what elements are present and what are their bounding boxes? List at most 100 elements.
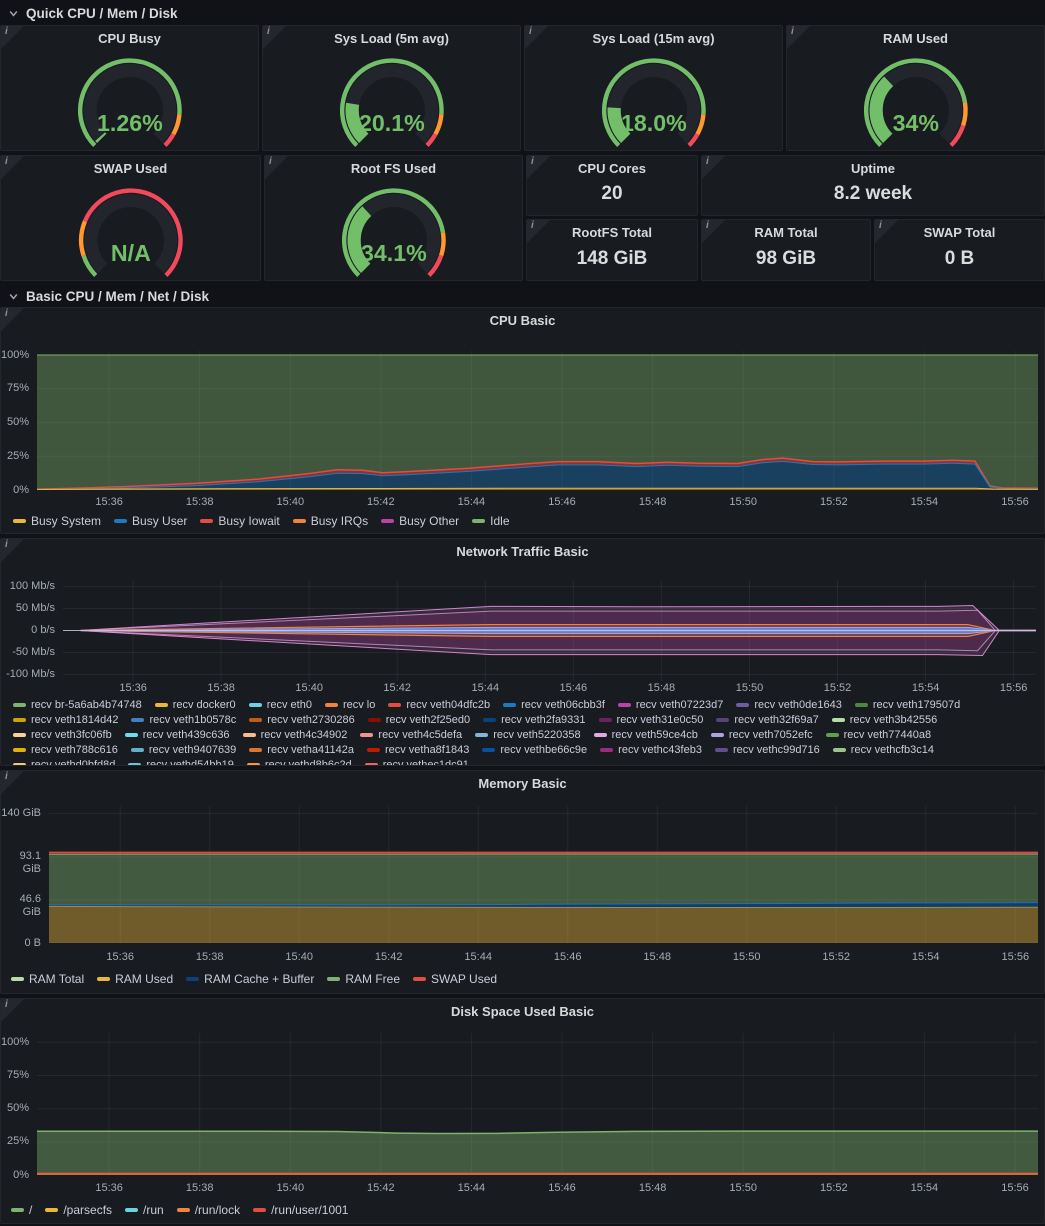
legend-item[interactable]: recv veth07223d7 <box>618 699 723 711</box>
legend-item[interactable]: recv veth4c34902 <box>243 729 348 741</box>
legend-item[interactable]: recv eth0 <box>249 699 312 711</box>
memory-basic-plot[interactable]: 140 GiB93.1 GiB46.6 GiB0 B15:3615:3815:4… <box>1 771 1044 993</box>
legend-item[interactable]: recv veth0de1643 <box>736 699 841 711</box>
legend-swatch <box>826 733 839 737</box>
sys-load-5m-gauge: 20.1% <box>263 44 520 150</box>
legend-item[interactable]: recv veth1814d42 <box>13 714 118 726</box>
legend-item[interactable]: Busy IRQs <box>293 514 368 528</box>
legend-item[interactable]: recv veth5220358 <box>475 729 580 741</box>
panel-title[interactable]: SWAP Used <box>1 156 260 176</box>
legend-swatch <box>855 703 868 707</box>
legend-item[interactable]: recv veth04dfc2b <box>388 699 490 711</box>
x-axis-tick-label: 15:44 <box>456 951 500 964</box>
legend-item[interactable]: recv veth9407639 <box>131 744 236 756</box>
legend-item[interactable]: recv veth31e0c50 <box>599 714 704 726</box>
panel-title[interactable]: CPU Cores <box>527 156 697 176</box>
panel-title[interactable]: Sys Load (5m avg) <box>263 26 520 46</box>
panel-info-icon[interactable]: i <box>264 155 289 180</box>
legend-item[interactable]: Busy Other <box>381 514 459 528</box>
legend-item[interactable]: recv lo <box>325 699 375 711</box>
panel-title[interactable]: Uptime <box>702 156 1044 176</box>
legend-item[interactable]: / <box>11 1203 32 1217</box>
legend-item[interactable]: RAM Cache + Buffer <box>186 972 314 986</box>
cpu-basic-plot[interactable]: 100%75%50%25%0%15:3615:3815:4015:4215:44… <box>1 308 1044 533</box>
legend-item[interactable]: Busy Iowait <box>200 514 279 528</box>
legend-item[interactable]: recv vethd8b6c2d <box>247 759 352 766</box>
panel-title[interactable]: Sys Load (15m avg) <box>525 26 782 46</box>
panel-title[interactable]: RAM Total <box>702 220 870 240</box>
panel-info-icon[interactable]: i <box>0 538 25 563</box>
panel-info-icon[interactable]: i <box>0 155 25 180</box>
y-axis-tick-label: 25% <box>1 450 29 463</box>
panel-info-icon[interactable]: i <box>524 25 549 50</box>
legend-item[interactable]: recv vethd0bfd8d <box>13 759 115 766</box>
panel-info-icon[interactable]: i <box>701 219 726 244</box>
legend-item[interactable]: recv veth2fa9331 <box>483 714 585 726</box>
legend-item[interactable]: recv vetha8f1843 <box>367 744 469 756</box>
legend-item[interactable]: recv veth3fc06fb <box>13 729 112 741</box>
legend-item[interactable]: recv veth439c636 <box>125 729 230 741</box>
panel-info-icon[interactable]: i <box>0 998 25 1023</box>
legend-item[interactable]: recv veth2730286 <box>249 714 354 726</box>
legend-item[interactable]: recv veth1b0578c <box>131 714 236 726</box>
x-axis-tick-label: 15:50 <box>721 496 765 509</box>
legend-item[interactable]: /parsecfs <box>45 1203 112 1217</box>
legend-item[interactable]: recv br-5a6ab4b74748 <box>13 699 142 711</box>
legend-item[interactable]: RAM Total <box>11 972 84 986</box>
panel-info-icon[interactable]: i <box>0 307 25 332</box>
legend-item[interactable]: Busy User <box>114 514 187 528</box>
panel-info-icon[interactable]: i <box>786 25 811 50</box>
panel-info-icon[interactable]: i <box>262 25 287 50</box>
svg-text:N/A: N/A <box>111 240 151 266</box>
legend-swatch <box>600 748 613 752</box>
panel-title[interactable]: Root FS Used <box>265 156 522 176</box>
panel-title[interactable]: SWAP Total <box>875 220 1044 240</box>
legend-item[interactable]: recv vethc43feb3 <box>600 744 702 756</box>
legend-item[interactable]: recv veth3b42556 <box>832 714 937 726</box>
legend-item[interactable]: recv vethbe66c9e <box>482 744 587 756</box>
legend-item[interactable]: recv vethd54bb19 <box>128 759 233 766</box>
legend-item[interactable]: recv vethcfb3c14 <box>833 744 934 756</box>
x-axis-tick-label: 15:46 <box>546 951 590 964</box>
legend-item[interactable]: recv veth7052efc <box>711 729 813 741</box>
legend-item[interactable]: recv vethc99d716 <box>715 744 820 756</box>
panel-title[interactable]: Memory Basic <box>1 771 1044 791</box>
legend-item[interactable]: Idle <box>472 514 509 528</box>
legend-item[interactable]: RAM Used <box>97 972 173 986</box>
legend-item[interactable]: recv vetha41142a <box>249 744 354 756</box>
legend-item[interactable]: recv veth4c5defa <box>360 729 462 741</box>
section-quick-cpu-mem-disk[interactable]: Quick CPU / Mem / Disk <box>0 0 1045 25</box>
legend-item[interactable]: recv veth32f69a7 <box>716 714 818 726</box>
panel-title[interactable]: RootFS Total <box>527 220 697 240</box>
legend-item[interactable]: /run <box>125 1203 164 1217</box>
panel-title[interactable]: RAM Used <box>787 26 1044 46</box>
panel-info-icon[interactable]: i <box>701 155 726 180</box>
legend-item[interactable]: /run/lock <box>177 1203 240 1217</box>
legend-item[interactable]: recv veth77440a8 <box>826 729 931 741</box>
panel-info-icon[interactable]: i <box>526 219 551 244</box>
legend-item[interactable]: recv veth06cbb3f <box>503 699 605 711</box>
legend-item[interactable]: recv veth59ce4cb <box>594 729 698 741</box>
legend-item[interactable]: recv veth179507d <box>855 699 960 711</box>
panel-title[interactable]: Disk Space Used Basic <box>1 999 1044 1019</box>
x-axis-tick-label: 15:56 <box>992 682 1036 695</box>
legend-item[interactable]: recv docker0 <box>155 699 236 711</box>
panel-info-icon[interactable]: i <box>0 770 25 795</box>
panel-info-icon[interactable]: i <box>874 219 899 244</box>
legend-item[interactable]: Busy System <box>13 514 101 528</box>
legend-item[interactable]: recv veth788c616 <box>13 744 118 756</box>
panel-title[interactable]: CPU Basic <box>1 308 1044 328</box>
panel-info-icon[interactable]: i <box>0 25 25 50</box>
x-axis-tick-label: 15:46 <box>551 682 595 695</box>
legend-item[interactable]: /run/user/1001 <box>253 1203 348 1217</box>
section-basic-cpu-mem-net-disk[interactable]: Basic CPU / Mem / Net / Disk <box>0 285 1045 307</box>
panel-info-icon[interactable]: i <box>526 155 551 180</box>
legend-item[interactable]: recv veth2f25ed0 <box>368 714 470 726</box>
panel-title[interactable]: Network Traffic Basic <box>1 539 1044 559</box>
legend-item[interactable]: RAM Free <box>327 972 400 986</box>
disk-space-used-basic-plot[interactable]: 100%75%50%25%0%15:3615:3815:4015:4215:44… <box>1 999 1044 1223</box>
network-traffic-basic-plot[interactable]: 100 Mb/s50 Mb/s0 b/s-50 Mb/s-100 Mb/s15:… <box>1 539 1044 765</box>
legend-item[interactable]: recv vethec1dc91 <box>365 759 469 766</box>
panel-title[interactable]: CPU Busy <box>1 26 258 46</box>
legend-item[interactable]: SWAP Used <box>413 972 497 986</box>
